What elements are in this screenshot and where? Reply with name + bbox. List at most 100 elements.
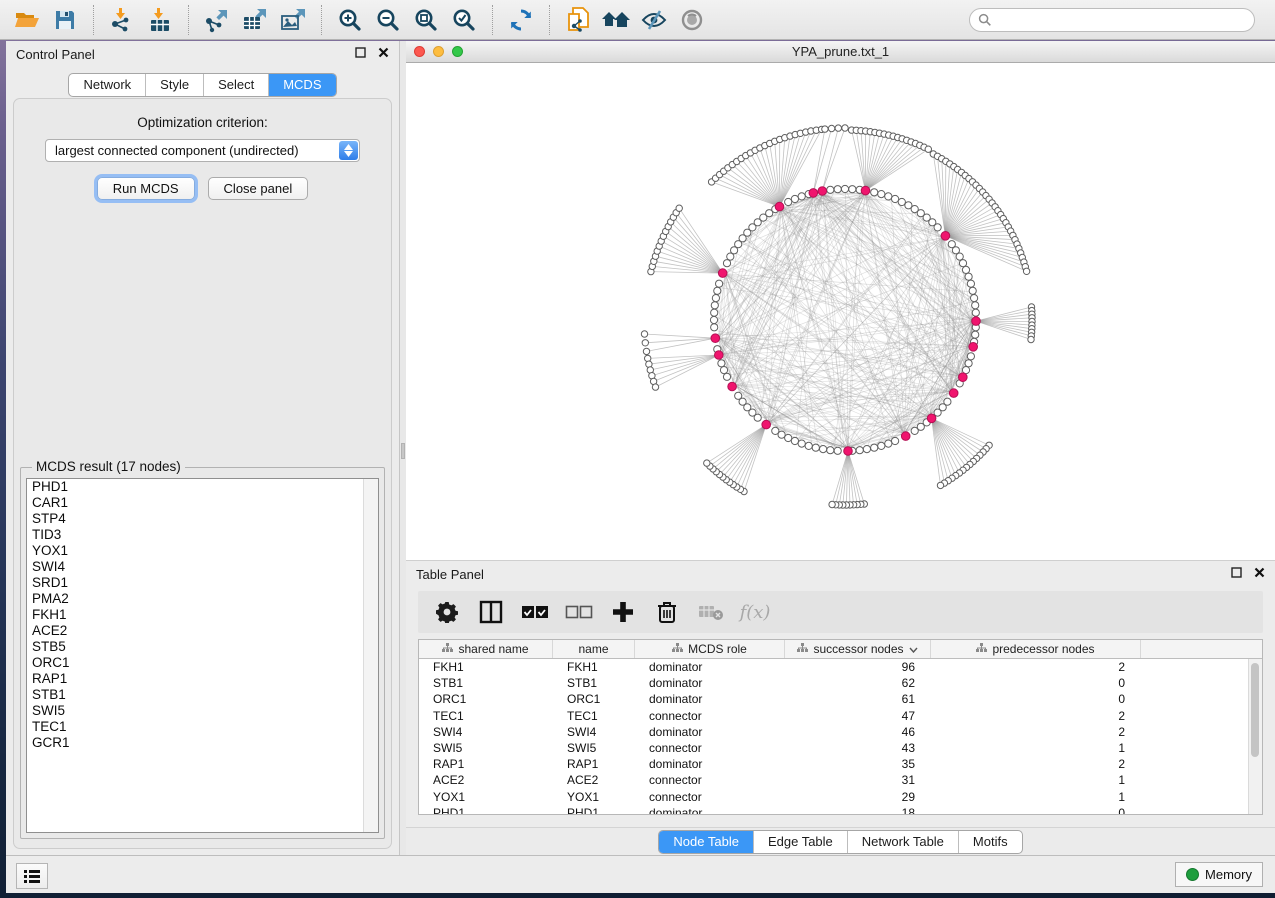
zoom-out-icon[interactable] [372,4,404,36]
table-row[interactable]: YOX1YOX1connector291 [419,789,1262,805]
open-session-network-icon[interactable] [562,4,594,36]
tab-style[interactable]: Style [146,74,204,96]
search-field [969,8,1255,32]
save-session-icon[interactable] [49,4,81,36]
zoom-fit-icon[interactable] [410,4,442,36]
optimization-criterion-select[interactable]: largest connected component (undirected) [45,139,360,162]
column-header-predecessor-nodes[interactable]: predecessor nodes [931,640,1141,658]
mcds-result-item[interactable]: TID3 [27,527,378,543]
import-table-icon[interactable] [144,4,176,36]
split-columns-icon[interactable] [474,597,508,627]
table-row[interactable]: FKH1FKH1dominator962 [419,659,1262,675]
mcds-result-item[interactable]: ORC1 [27,655,378,671]
delete-column-icon[interactable] [650,597,684,627]
mcds-result-item[interactable]: PHD1 [27,479,378,495]
table-row[interactable]: STB1STB1dominator620 [419,675,1262,691]
main-toolbar [0,0,1275,40]
column-header-mcds-role[interactable]: MCDS role [635,640,785,658]
table-toolbar: f(x) [418,591,1263,633]
table-cell: STB1 [419,676,553,690]
gear-icon[interactable] [430,597,464,627]
tab-mcds[interactable]: MCDS [269,74,335,96]
divider-handle[interactable] [401,443,405,459]
tab-motifs[interactable]: Motifs [959,831,1022,853]
table-row[interactable]: SWI4SWI4dominator462 [419,724,1262,740]
refresh-layout-icon[interactable] [505,4,537,36]
mcds-result-item[interactable]: FKH1 [27,607,378,623]
run-mcds-button[interactable]: Run MCDS [97,177,195,200]
mcds-result-title: MCDS result (17 nodes) [32,459,185,474]
mcds-result-group: MCDS result (17 nodes) PHD1CAR1STP4TID3Y… [20,467,385,839]
show-graphics-details-icon[interactable] [676,4,708,36]
mcds-result-item[interactable]: SWI4 [27,559,378,575]
search-input[interactable] [969,8,1255,32]
table-row[interactable]: ORC1ORC1dominator610 [419,691,1262,707]
float-panel-icon[interactable] [355,45,366,63]
network-graph[interactable] [406,63,1275,560]
mcds-result-item[interactable]: PMA2 [27,591,378,607]
zoom-in-icon[interactable] [334,4,366,36]
mcds-result-item[interactable]: YOX1 [27,543,378,559]
home-networks-icon[interactable] [600,4,632,36]
mcds-result-item[interactable]: GCR1 [27,735,378,751]
table-cell: 0 [931,676,1141,690]
deselect-all-rows-icon[interactable] [562,597,596,627]
close-panel-icon[interactable] [378,45,389,63]
node-table[interactable]: shared namenameMCDS rolesuccessor nodesp… [418,639,1263,815]
table-cell: 2 [931,660,1141,674]
window-close-icon[interactable] [414,46,425,57]
mcds-result-list[interactable]: PHD1CAR1STP4TID3YOX1SWI4SRD1PMA2FKH1ACE2… [26,478,379,833]
table-row[interactable]: PHD1PHD1dominator180 [419,805,1262,815]
task-history-button[interactable] [16,863,48,889]
add-column-icon[interactable] [606,597,640,627]
tab-network-table[interactable]: Network Table [848,831,959,853]
mcds-list-scrollbar[interactable] [363,479,378,832]
table-panel-title: Table Panel [416,567,484,582]
mcds-result-item[interactable]: SRD1 [27,575,378,591]
open-file-icon[interactable] [11,4,43,36]
mcds-result-item[interactable]: TEC1 [27,719,378,735]
network-window-titlebar[interactable]: YPA_prune.txt_1 [406,41,1275,63]
table-cell: FKH1 [419,660,553,674]
tab-node-table[interactable]: Node Table [659,831,754,853]
tab-edge-table[interactable]: Edge Table [754,831,848,853]
mcds-result-item[interactable]: SWI5 [27,703,378,719]
table-cell: dominator [635,660,785,674]
table-scrollbar-thumb[interactable] [1251,663,1259,757]
export-table-icon[interactable] [239,4,271,36]
tab-network[interactable]: Network [69,74,146,96]
window-minimize-icon[interactable] [433,46,444,57]
table-row[interactable]: ACE2ACE2connector311 [419,772,1262,788]
table-row[interactable]: RAP1RAP1dominator352 [419,756,1262,772]
table-scrollbar[interactable] [1248,659,1262,814]
toolbar-separator [93,5,94,35]
table-row[interactable]: SWI5SWI5connector431 [419,740,1262,756]
column-header-successor-nodes[interactable]: successor nodes [785,640,931,658]
mcds-result-item[interactable]: STP4 [27,511,378,527]
mcds-result-item[interactable]: CAR1 [27,495,378,511]
mcds-result-item[interactable]: STB1 [27,687,378,703]
column-header-shared-name[interactable]: shared name [419,640,553,658]
tab-select[interactable]: Select [204,74,269,96]
toolbar-separator [321,5,322,35]
column-header-name[interactable]: name [553,640,635,658]
mcds-result-item[interactable]: ACE2 [27,623,378,639]
export-network-icon[interactable] [201,4,233,36]
memory-button[interactable]: Memory [1175,862,1263,887]
hide-graphics-details-icon[interactable] [638,4,670,36]
control-panel-header: Control Panel [6,41,399,67]
zoom-selected-icon[interactable] [448,4,480,36]
export-image-icon[interactable] [277,4,309,36]
window-zoom-icon[interactable] [452,46,463,57]
control-panel-tabs: NetworkStyleSelectMCDS [68,73,336,97]
close-panel-icon[interactable] [1254,565,1265,583]
select-all-rows-icon[interactable] [518,597,552,627]
mcds-result-item[interactable]: STB5 [27,639,378,655]
table-cell: 43 [785,741,931,755]
import-network-icon[interactable] [106,4,138,36]
table-row[interactable]: TEC1TEC1connector472 [419,708,1262,724]
close-panel-button[interactable]: Close panel [208,177,309,200]
mcds-result-item[interactable]: RAP1 [27,671,378,687]
float-panel-icon[interactable] [1231,565,1242,583]
network-canvas[interactable] [406,63,1275,560]
